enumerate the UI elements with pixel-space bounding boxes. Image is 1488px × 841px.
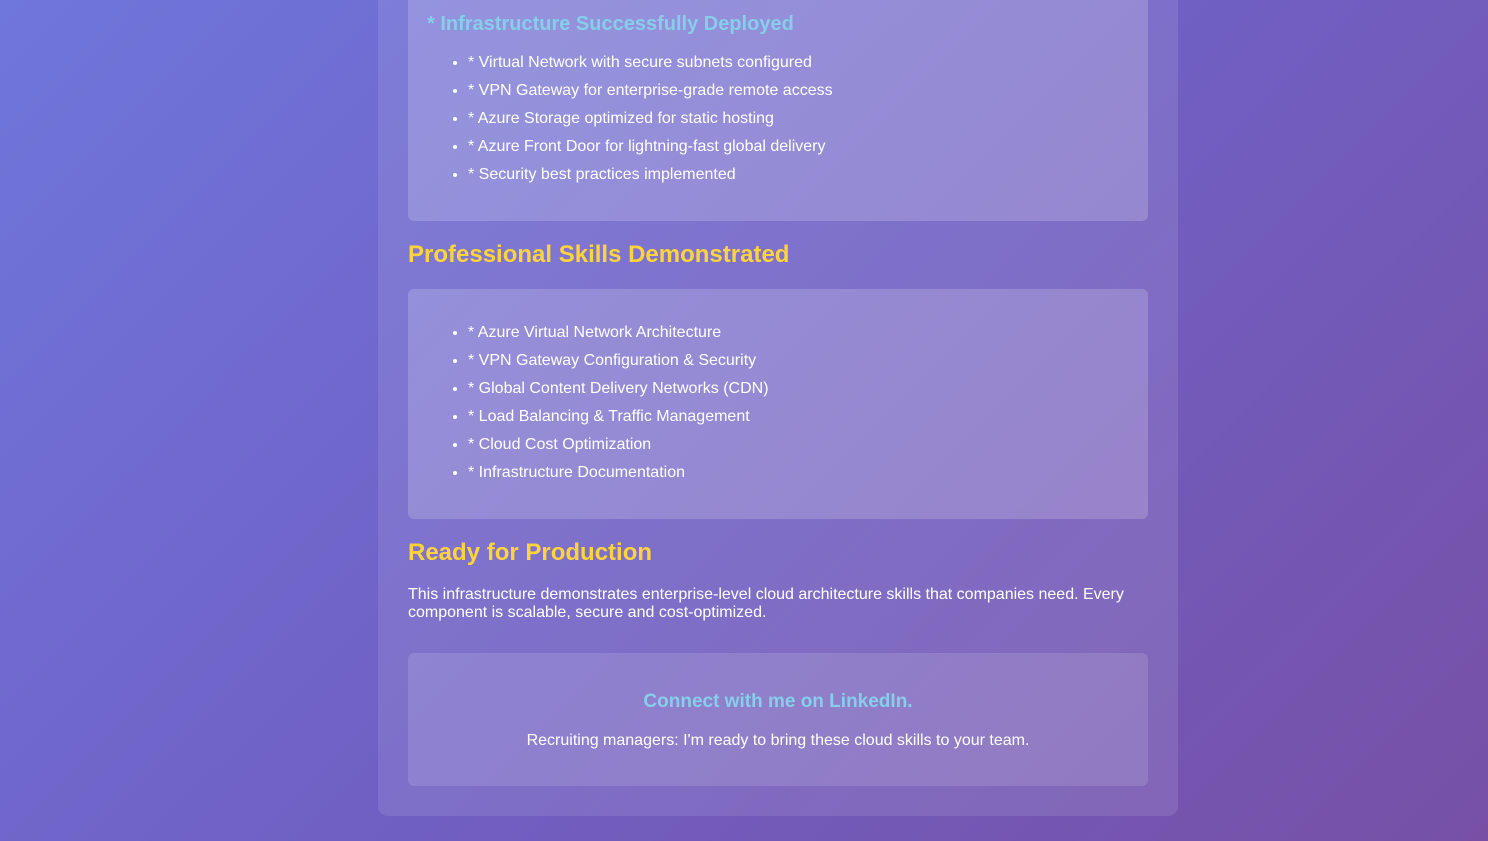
infrastructure-list: * Virtual Network with secure subnets co… bbox=[428, 49, 833, 189]
infrastructure-heading: * Infrastructure Successfully Deployed bbox=[427, 13, 794, 35]
linkedin-link[interactable]: Connect with me on LinkedIn. bbox=[643, 691, 912, 712]
skills-heading: Professional Skills Demonstrated bbox=[408, 241, 790, 268]
list-item: * Load Balancing & Traffic Management bbox=[468, 403, 769, 431]
production-description: This infrastructure demonstrates enterpr… bbox=[408, 586, 1124, 621]
production-heading: Ready for Production bbox=[408, 539, 653, 566]
connect-subtitle: Recruiting managers: I'm ready to bring … bbox=[526, 732, 1030, 749]
connect-panel: Connect with me on LinkedIn. Recruiting … bbox=[408, 653, 1148, 786]
list-item: * Virtual Network with secure subnets co… bbox=[468, 49, 833, 77]
list-item: * Azure Front Door for lightning-fast gl… bbox=[468, 133, 833, 161]
list-item: * Cloud Cost Optimization bbox=[468, 431, 769, 459]
list-item: * Azure Storage optimized for static hos… bbox=[468, 105, 833, 133]
list-item: * Azure Virtual Network Architecture bbox=[468, 319, 769, 347]
list-item: * VPN Gateway Configuration & Security bbox=[468, 347, 769, 375]
skills-list: * Azure Virtual Network Architecture * V… bbox=[428, 319, 769, 487]
list-item: * Infrastructure Documentation bbox=[468, 459, 769, 487]
list-item: * Security best practices implemented bbox=[468, 161, 833, 189]
list-item: * Global Content Delivery Networks (CDN) bbox=[468, 375, 769, 403]
list-item: * VPN Gateway for enterprise-grade remot… bbox=[468, 77, 833, 105]
connect-title: Connect with me on LinkedIn. bbox=[408, 691, 1148, 713]
